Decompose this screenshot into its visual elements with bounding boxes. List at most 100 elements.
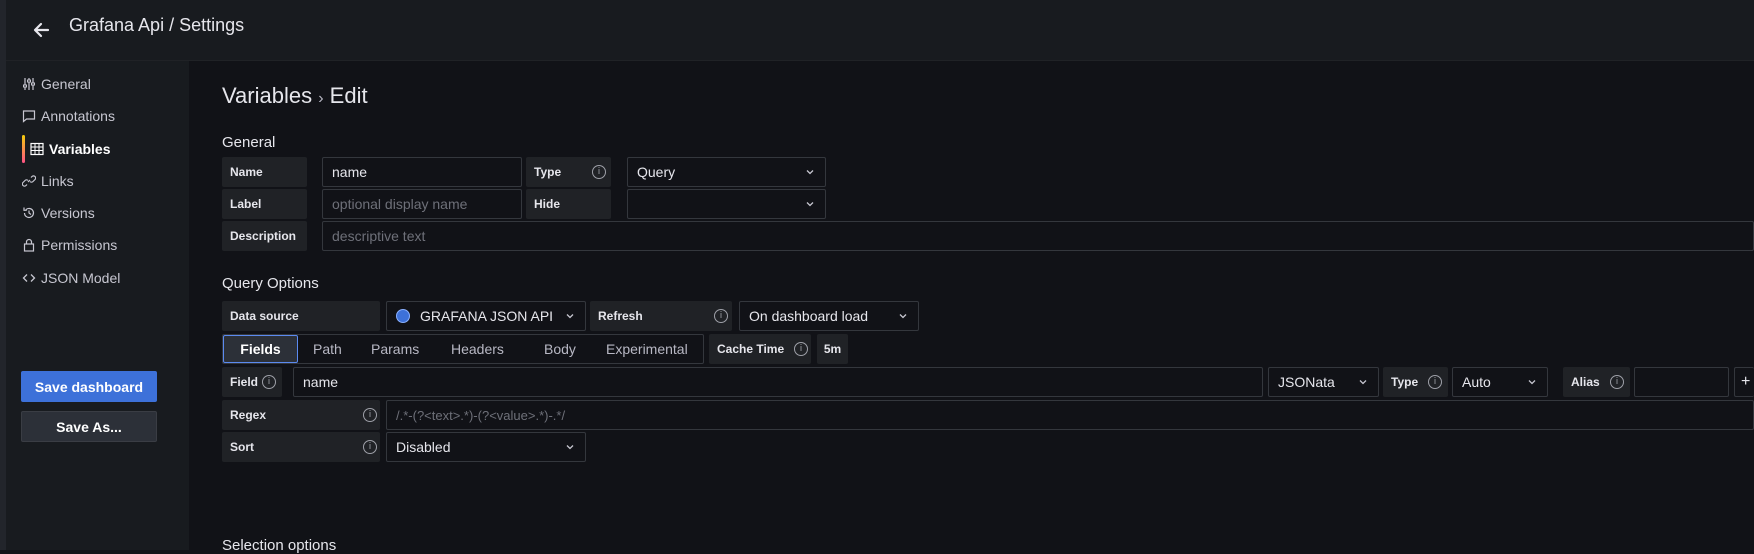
chevron-down-icon: [806, 170, 814, 175]
refresh-select[interactable]: On dashboard load: [739, 301, 919, 331]
name-label: Name: [222, 157, 307, 187]
info-icon: i: [363, 408, 377, 422]
comment-icon: [22, 109, 36, 123]
tab-path[interactable]: Path: [313, 335, 342, 363]
refresh-label: Refresh i: [590, 301, 732, 331]
sidebar-item-label: Versions: [41, 205, 95, 221]
info-icon: i: [794, 342, 808, 356]
regex-input[interactable]: [386, 400, 1754, 430]
label-label: Label: [222, 189, 307, 219]
sidebar-item-json-model[interactable]: JSON Model: [22, 264, 120, 292]
type-label: Type i: [526, 157, 611, 187]
description-label: Description: [222, 221, 307, 251]
type-select[interactable]: Query: [627, 157, 826, 187]
name-label-text: Name: [230, 165, 263, 179]
sort-select-value: Disabled: [396, 439, 451, 455]
general-heading: General: [222, 134, 276, 151]
field-language-select[interactable]: JSONata: [1268, 367, 1379, 397]
info-icon: i: [714, 309, 728, 323]
save-as-button[interactable]: Save As...: [21, 411, 157, 442]
alias-input[interactable]: [1634, 367, 1729, 397]
datasource-label-text: Data source: [230, 309, 299, 323]
cache-time-label: Cache Time i: [709, 334, 811, 364]
tab-experimental[interactable]: Experimental: [606, 335, 688, 363]
chevron-down-icon: [566, 445, 574, 450]
cache-time-label-text: Cache Time: [717, 342, 785, 356]
query-tabs: Fields Path Params Headers Body Experime…: [222, 334, 704, 364]
chevron-down-icon: [1528, 380, 1536, 385]
sidebar-item-label: Variables: [49, 141, 111, 157]
tab-headers[interactable]: Headers: [451, 335, 504, 363]
info-icon: i: [1610, 375, 1624, 389]
field-input[interactable]: [293, 367, 1263, 397]
tab-params[interactable]: Params: [371, 335, 419, 363]
cache-time-value[interactable]: 5m: [817, 334, 848, 364]
alias-label: Alias i: [1563, 367, 1630, 397]
save-dashboard-button[interactable]: Save dashboard: [21, 371, 157, 402]
history-icon: [22, 206, 36, 220]
sidebar-item-general[interactable]: General: [22, 70, 91, 98]
main-content: Variables › Edit General Name Type i Que…: [190, 61, 1754, 554]
page-title: Grafana Api / Settings: [69, 15, 245, 35]
breadcrumb-variables[interactable]: Variables: [222, 83, 312, 108]
datasource-select[interactable]: GRAFANA JSON API: [386, 301, 586, 331]
sidebar-item-variables[interactable]: Variables: [30, 135, 111, 163]
sidebar-item-label: General: [41, 76, 91, 92]
name-input[interactable]: [322, 157, 522, 187]
active-indicator: [22, 135, 25, 163]
breadcrumb-separator: ›: [318, 90, 324, 107]
info-icon: i: [1428, 375, 1442, 389]
field-label: Field i: [222, 367, 282, 397]
sidebar-item-permissions[interactable]: Permissions: [22, 231, 117, 259]
hide-select[interactable]: [627, 189, 826, 219]
chevron-down-icon: [1359, 380, 1367, 385]
add-field-button[interactable]: +: [1734, 367, 1754, 397]
link-icon: [22, 174, 36, 188]
field-type-select[interactable]: Auto: [1452, 367, 1548, 397]
sidebar-item-label: Annotations: [41, 108, 115, 124]
sidebar-item-label: JSON Model: [41, 270, 121, 286]
chevron-down-icon: [806, 202, 814, 207]
hide-label: Hide: [526, 189, 611, 219]
sidebar-item-links[interactable]: Links: [22, 167, 74, 195]
type-select-value: Query: [637, 164, 676, 180]
selection-options-heading: Selection options: [222, 537, 337, 554]
lock-icon: [22, 238, 36, 252]
alias-label-text: Alias: [1571, 375, 1600, 389]
hide-label-text: Hide: [534, 197, 561, 211]
back-arrow-icon[interactable]: [28, 16, 58, 44]
info-icon: i: [262, 375, 276, 389]
sliders-icon: [22, 77, 36, 91]
description-input[interactable]: [322, 221, 1754, 251]
sidebar-item-label: Permissions: [41, 237, 118, 253]
info-icon: i: [363, 440, 377, 454]
query-options-heading: Query Options: [222, 275, 319, 292]
chevron-down-icon: [566, 314, 574, 319]
regex-label-text: Regex: [230, 408, 267, 422]
settings-sidebar: General Annotations Variables Links Vers…: [6, 61, 189, 550]
label-label-text: Label: [230, 197, 262, 211]
field-language-value: JSONata: [1278, 374, 1335, 390]
field-type-value: Auto: [1462, 374, 1491, 390]
breadcrumb-edit: Edit: [329, 83, 368, 108]
label-input[interactable]: [322, 189, 522, 219]
sort-label: Sort i: [222, 432, 380, 462]
description-label-text: Description: [230, 229, 297, 243]
regex-label: Regex i: [222, 400, 380, 430]
top-bar: Grafana Api / Settings: [6, 0, 1754, 61]
field-type-label: Type i: [1383, 367, 1448, 397]
tab-fields[interactable]: Fields: [223, 335, 298, 363]
sidebar-item-annotations[interactable]: Annotations: [22, 102, 115, 130]
sort-select[interactable]: Disabled: [386, 432, 586, 462]
field-label-text: Field: [230, 375, 259, 389]
field-type-label-text: Type: [1391, 375, 1419, 389]
datasource-globe-icon: [396, 309, 410, 323]
refresh-label-text: Refresh: [598, 309, 643, 323]
page-heading: Variables › Edit: [222, 83, 368, 109]
datasource-label: Data source: [222, 301, 380, 331]
code-icon: [22, 271, 36, 285]
datasource-select-value: GRAFANA JSON API: [420, 308, 554, 324]
sidebar-item-versions[interactable]: Versions: [22, 199, 95, 227]
tab-body[interactable]: Body: [544, 335, 576, 363]
table-icon: [30, 142, 44, 156]
